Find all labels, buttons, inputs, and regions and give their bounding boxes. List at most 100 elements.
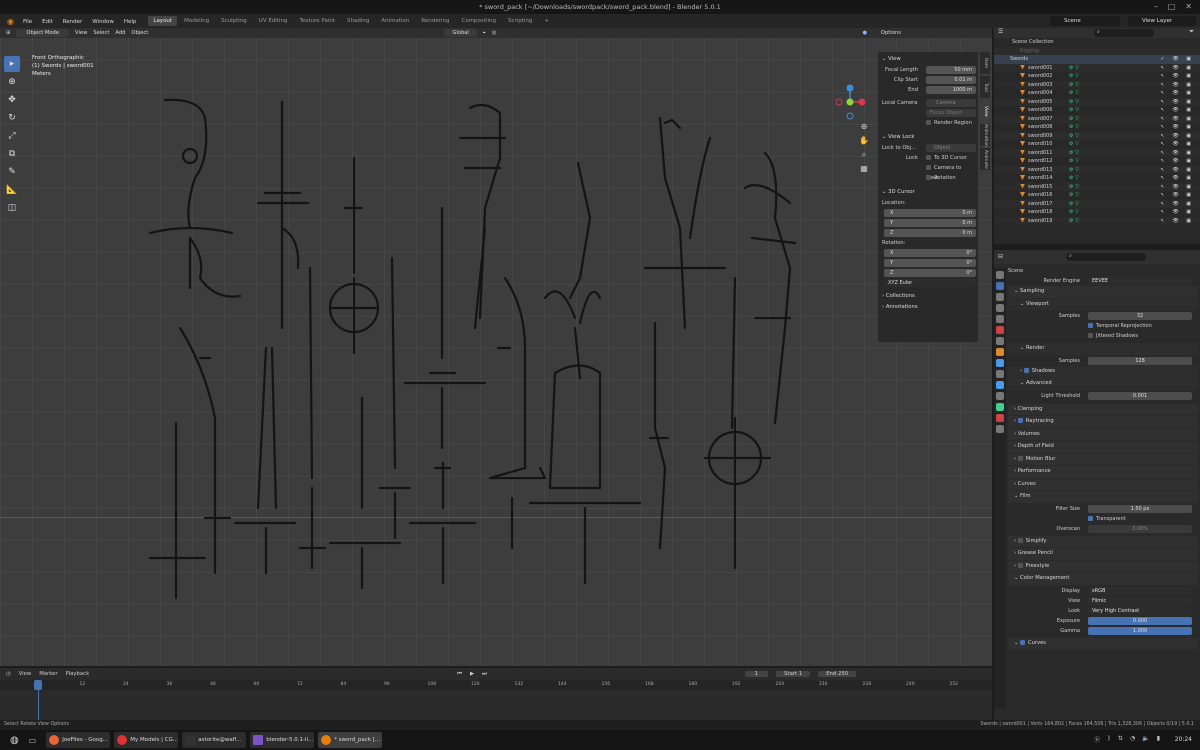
visibility-eye-icon[interactable]: ↖ 👁 ▣ <box>1161 217 1194 226</box>
outliner-object-row[interactable]: sword016 ⚙ ▽ ↖ 👁 ▣ <box>994 191 1200 200</box>
outliner-object-row[interactable]: sword006 ⚙ ▽ ↖ 👁 ▣ <box>994 106 1200 115</box>
location-z-field[interactable]: Z 0 m <box>884 229 976 237</box>
menu-render[interactable]: Render <box>59 19 87 25</box>
workspace-tab-scripting[interactable]: Scripting <box>503 16 537 26</box>
clip-start-field[interactable]: 0.01 m <box>926 76 976 84</box>
close-icon[interactable]: ✕ <box>1185 0 1192 14</box>
workspace-tab-sculpting[interactable]: Sculpting <box>216 16 252 26</box>
visibility-eye-icon[interactable]: ✓ 👁 ▣ <box>1161 55 1194 64</box>
mesh-data-icon[interactable]: ⚙ ▽ <box>1069 64 1079 73</box>
mesh-data-icon[interactable]: ⚙ ▽ <box>1069 89 1079 98</box>
performance-panel-header[interactable]: › Performance <box>1008 466 1198 478</box>
start-menu-icon[interactable]: ◍ <box>4 735 25 746</box>
clip-end-field[interactable]: 1000 m <box>926 86 976 94</box>
mesh-data-icon[interactable]: ⚙ ▽ <box>1069 191 1079 200</box>
raytracing-panel-header[interactable]: › Raytracing <box>1008 416 1198 428</box>
raytracing-checkbox[interactable] <box>1017 418 1023 423</box>
pan-hand-icon[interactable]: ✋ <box>858 136 870 150</box>
visibility-eye-icon[interactable]: ↖ 👁 ▣ <box>1161 89 1194 98</box>
simplify-checkbox[interactable] <box>1017 537 1023 543</box>
notification-icon[interactable]: ◔ <box>1130 735 1135 744</box>
display-dropdown[interactable]: sRGB <box>1088 586 1192 595</box>
view-layer-tab-icon[interactable] <box>996 304 1004 312</box>
hp-icon[interactable]: ⓗ <box>1094 735 1100 744</box>
filter-size-field[interactable]: 1.50 px <box>1088 504 1192 513</box>
focus-object-field[interactable]: Focus Object <box>926 109 976 117</box>
workspace-tab-shading[interactable]: Shading <box>342 16 374 26</box>
frame-end-field[interactable]: End 250 <box>818 671 857 677</box>
outliner-object-row[interactable]: sword014 ⚙ ▽ ↖ 👁 ▣ <box>994 174 1200 183</box>
play-icon[interactable]: ▶ <box>470 671 474 677</box>
jittered-shadows-checkbox[interactable] <box>1088 333 1093 338</box>
blender-logo-icon[interactable]: ◉ <box>4 17 17 26</box>
view-layer-selector[interactable]: View Layer <box>1128 16 1196 26</box>
visibility-eye-icon[interactable]: ↖ 👁 ▣ <box>1161 166 1194 175</box>
modifier-tab-icon[interactable] <box>996 359 1004 367</box>
motion-blur-checkbox[interactable] <box>1017 455 1023 461</box>
object-tab-icon[interactable] <box>996 348 1004 356</box>
transparent-checkbox[interactable] <box>1088 515 1093 521</box>
lock-3d-cursor-checkbox[interactable] <box>926 155 931 160</box>
zoom-icon[interactable]: ⊕ <box>858 122 870 136</box>
visibility-eye-icon[interactable]: ↖ 👁 ▣ <box>1161 149 1194 158</box>
properties-editor[interactable]: ⊟ ⌕ Scene Render Engine EEVEE ⌄ Sampling … <box>994 250 1200 720</box>
menu-file[interactable]: File <box>19 19 36 25</box>
outliner-editor-icon[interactable]: ☰ <box>994 28 1003 35</box>
grid-view-icon[interactable]: ▦ <box>858 164 870 178</box>
light-threshold-field[interactable]: 0.001 <box>1088 391 1192 400</box>
properties-search-icon[interactable]: ⌕ <box>1066 253 1146 261</box>
visibility-eye-icon[interactable]: ↖ 👁 ▣ <box>1161 132 1194 141</box>
task-cg-site[interactable]: My Models | CG... <box>114 732 179 748</box>
3d-viewport[interactable]: ⊞ Object Mode View Select Add Object Glo… <box>0 28 992 666</box>
outliner-object-row[interactable]: sword011 ⚙ ▽ ↖ 👁 ▣ <box>994 148 1200 158</box>
jump-start-icon[interactable]: ⏮ <box>457 671 462 678</box>
sidebar-tab-item[interactable]: Item <box>980 52 990 74</box>
collection-tab-icon[interactable] <box>996 337 1004 345</box>
visibility-eye-icon[interactable]: ↖ 👁 ▣ <box>1161 140 1194 149</box>
bluetooth-icon[interactable]: ᛒ <box>1107 735 1111 744</box>
viewport-subpanel-header[interactable]: ⌄ Viewport <box>1008 298 1198 310</box>
mesh-data-icon[interactable]: ⚙ ▽ <box>1069 217 1079 226</box>
freestyle-checkbox[interactable] <box>1017 562 1023 568</box>
outliner-swords-collection[interactable]: Swords ✓ 👁 ▣ <box>994 55 1200 64</box>
shadows-subpanel-header[interactable]: › Shadows <box>1008 365 1198 377</box>
material-tab-icon[interactable] <box>996 414 1004 422</box>
render-samples-field[interactable]: 128 <box>1088 356 1192 365</box>
sampling-panel-header[interactable]: ⌄ Sampling <box>1008 286 1198 298</box>
depth-of-field-panel-header[interactable]: › Depth of Field <box>1008 441 1198 453</box>
film-panel-header[interactable]: ⌄ Film <box>1008 491 1198 503</box>
output-tab-icon[interactable] <box>996 293 1004 301</box>
mesh-data-icon[interactable]: ⚙ ▽ <box>1069 208 1079 217</box>
sidebar-tab-tool[interactable]: Tool <box>980 76 990 98</box>
sidebar-tab-view[interactable]: View <box>980 100 990 122</box>
visibility-eye-icon[interactable]: ↖ 👁 ▣ <box>1161 64 1194 73</box>
timeline-menu-playback[interactable]: Playback <box>66 671 90 677</box>
annotations-header[interactable]: › Annotations <box>882 302 974 313</box>
freestyle-panel-header[interactable]: › Freestyle <box>1008 560 1198 572</box>
lock-rotation-checkbox[interactable] <box>926 175 931 180</box>
local-camera-field[interactable]: Camera <box>926 99 976 107</box>
timeline-menu-marker[interactable]: Marker <box>39 671 57 677</box>
outliner-object-row[interactable]: sword007 ⚙ ▽ ↖ 👁 ▣ <box>994 114 1200 124</box>
color-management-panel-header[interactable]: ⌄ Color Management <box>1008 573 1198 585</box>
workspace-tab-rendering[interactable]: Rendering <box>416 16 454 26</box>
camera-view-icon[interactable]: ⌕ <box>858 150 870 164</box>
rotation-x-field[interactable]: X 0° <box>884 249 976 257</box>
workspace-tab-layout[interactable]: Layout <box>148 16 178 26</box>
motion-blur-panel-header[interactable]: › Motion Blur <box>1008 453 1198 465</box>
physics-tab-icon[interactable] <box>996 381 1004 389</box>
curves-cm-panel-header[interactable]: ⌄ Curves <box>1008 637 1198 649</box>
sidebar-tab-animation[interactable]: Animation <box>980 124 990 147</box>
outliner-object-row[interactable]: sword004 ⚙ ▽ ↖ 👁 ▣ <box>994 89 1200 98</box>
visibility-eye-icon[interactable]: ↖ 👁 ▣ <box>1161 200 1194 209</box>
visibility-eye-icon[interactable]: ↖ 👁 ▣ <box>1161 98 1194 107</box>
scene-selector[interactable]: Scene <box>1050 16 1120 26</box>
particles-tab-icon[interactable] <box>996 370 1004 378</box>
workspace-tab-uv-editing[interactable]: UV Editing <box>254 16 293 26</box>
world-tab-icon[interactable] <box>996 326 1004 334</box>
focal-length-field[interactable]: 50 mm <box>926 66 976 74</box>
volumes-panel-header[interactable]: › Volumes <box>1008 428 1198 440</box>
visibility-eye-icon[interactable]: ↖ 👁 ▣ <box>1161 115 1194 124</box>
visibility-eye-icon[interactable]: ↖ 👁 ▣ <box>1161 208 1194 217</box>
task-terminal[interactable]: astorite@wafl... <box>182 732 247 748</box>
